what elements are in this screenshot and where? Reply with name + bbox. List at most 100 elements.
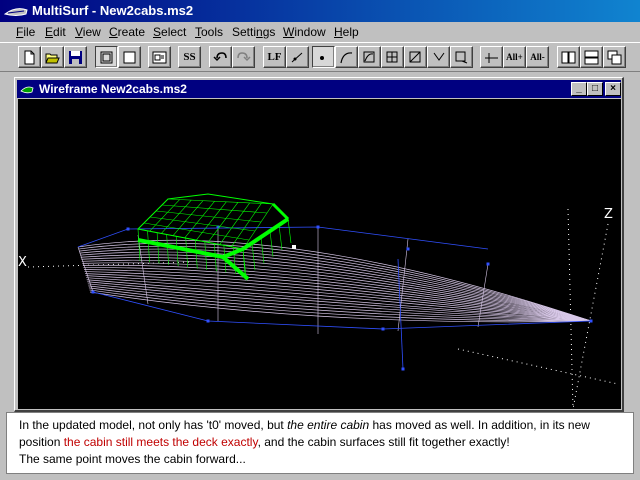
cascade-button[interactable] [603, 46, 626, 68]
minimize-button[interactable]: _ [571, 82, 587, 96]
point-curve-icon [291, 52, 303, 62]
open-file-button[interactable] [41, 46, 64, 68]
all-minus-label: All- [530, 52, 545, 62]
control-point [126, 227, 130, 231]
cabin-front-mesh [278, 224, 283, 250]
control-point [91, 290, 95, 294]
window-layout-icon [152, 51, 167, 63]
close-button[interactable]: × [605, 82, 621, 96]
frame-view-icon [123, 51, 136, 63]
cabin-roof-mesh [196, 201, 227, 241]
points-button[interactable] [312, 46, 335, 68]
menu-window[interactable]: Window [283, 25, 326, 39]
wireframe-doc-icon [20, 86, 34, 94]
wireframe-window: Wireframe New2cabs.ms2 _ □ × X Z [14, 77, 624, 412]
cabin-side-mesh [166, 234, 169, 265]
caption-highlight: the cabin still meets the deck exactly [63, 435, 258, 449]
tutorial-caption: In the updated model, not only has 't0' … [6, 412, 634, 474]
hull-wireline [82, 264, 592, 322]
snakes-button[interactable] [358, 46, 381, 68]
menu-create[interactable]: Create [109, 25, 145, 39]
menu-file[interactable]: File [16, 25, 35, 39]
x-axis-label: X [18, 255, 27, 270]
wireframe-canvas[interactable] [18, 99, 621, 409]
undo-button[interactable] [209, 46, 232, 68]
surface-grid-icon [386, 51, 398, 62]
tile-horizontal-icon [584, 50, 599, 64]
control-point [406, 247, 410, 251]
all-minus-button[interactable]: All- [526, 46, 549, 68]
restore-button[interactable]: □ [587, 82, 603, 96]
axis-line-lower [457, 348, 619, 385]
save-file-button[interactable] [64, 46, 87, 68]
multisurf-logo-icon [4, 8, 28, 16]
new-file-button[interactable] [18, 46, 41, 68]
cabin-front-mesh [269, 230, 274, 257]
menu-select[interactable]: Select [153, 25, 186, 39]
control-point [401, 367, 405, 371]
all-plus-button[interactable]: All+ [503, 46, 526, 68]
contour-icon [455, 51, 468, 63]
snake-icon [363, 51, 375, 62]
wireframe-window-title-bar[interactable]: Wireframe New2cabs.ms2 _ □ × [17, 80, 621, 98]
lf-button[interactable]: LF [263, 46, 286, 68]
frame-view-button[interactable] [118, 46, 141, 68]
control-point [381, 327, 385, 331]
caption-line-2: The same point moves the cabin forward..… [19, 452, 246, 466]
hull-wireline [80, 251, 592, 322]
wireframe-viewport[interactable]: X Z [18, 99, 621, 409]
menu-view[interactable]: View [75, 25, 101, 39]
tile-vertical-button[interactable] [557, 46, 580, 68]
caption-text-a: In the updated model, not only has 't0' … [19, 418, 288, 432]
toolbar: SS LF All+ All- [0, 42, 640, 72]
cabin-front-mesh [287, 218, 292, 244]
cabin-roof-mesh [161, 204, 268, 214]
offsets-icon [485, 52, 498, 63]
point-tool-button[interactable] [286, 46, 309, 68]
window-layout-button[interactable] [148, 46, 171, 68]
app-title-bar: MultiSurf - New2cabs.ms2 [0, 0, 640, 22]
caption-text-c: , and the cabin surfaces still fit toget… [257, 435, 510, 449]
curve-icon [340, 51, 353, 63]
app-title: MultiSurf - New2cabs.ms2 [32, 3, 194, 18]
cabin-roof-mesh [155, 210, 262, 223]
point-icon [320, 55, 324, 60]
wireframe-window-title: Wireframe New2cabs.ms2 [39, 82, 187, 96]
menu-settings[interactable]: Settings [232, 25, 275, 39]
folder-open-icon [45, 53, 60, 63]
control-vertical [397, 258, 404, 370]
cabin-roof-mesh [219, 202, 250, 245]
z-axis-label: Z [604, 207, 613, 222]
cascade-icon [607, 50, 622, 64]
cabin-edge-bold-top [271, 202, 290, 221]
redo-icon [237, 51, 251, 61]
menu-bar: File Edit View Create Select Tools Setti… [0, 22, 640, 42]
new-file-icon [24, 50, 35, 64]
menu-tools[interactable]: Tools [195, 25, 223, 39]
caption-italic: the entire cabin [287, 418, 370, 432]
tile-horizontal-button[interactable] [580, 46, 603, 68]
arrow-down-icon [433, 52, 445, 61]
offsets-button[interactable] [480, 46, 503, 68]
solid-icon [409, 51, 421, 62]
control-point [206, 319, 210, 323]
curves-button[interactable] [335, 46, 358, 68]
wireframe-view-button[interactable] [95, 46, 118, 68]
cabin-roof-mesh [242, 203, 274, 250]
control-point [486, 262, 490, 266]
undo-icon [213, 51, 227, 61]
cabin-front-mesh [260, 236, 265, 264]
tile-vertical-icon [561, 51, 576, 63]
surfaces-button[interactable]: SS [178, 46, 201, 68]
menu-help[interactable]: Help [334, 25, 359, 39]
redo-button[interactable] [232, 46, 255, 68]
floppy-disk-icon [69, 50, 82, 64]
solids-button[interactable] [404, 46, 427, 68]
control-point [316, 225, 320, 229]
cabin-roof-mesh [184, 201, 215, 239]
menu-edit[interactable]: Edit [45, 25, 66, 39]
point-t0 [292, 245, 296, 249]
arrow-tool-button[interactable] [427, 46, 450, 68]
surfaces-tool-button[interactable] [381, 46, 404, 68]
contour-button[interactable] [450, 46, 473, 68]
